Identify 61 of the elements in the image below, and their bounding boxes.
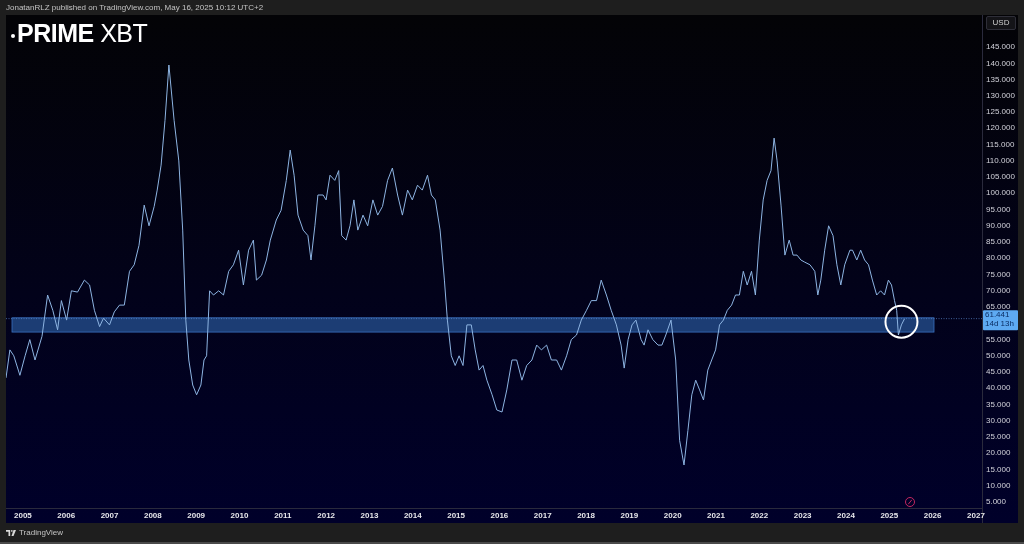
price-scale-label: 35.000 xyxy=(986,399,1011,409)
year-label: 2010 xyxy=(230,511,249,521)
year-label: 2022 xyxy=(750,511,769,521)
year-label: 2026 xyxy=(923,511,942,521)
price-scale-label: 80.000 xyxy=(986,253,1011,263)
price-scale-label: 55.000 xyxy=(986,334,1011,344)
year-label: 2009 xyxy=(187,511,206,521)
brand-name: TradingView xyxy=(19,527,64,538)
price-scale-label: 20.000 xyxy=(986,448,1011,458)
year-label: 2012 xyxy=(317,511,336,521)
price-scale-label: 95.000 xyxy=(986,204,1011,214)
year-label: 2020 xyxy=(663,511,682,521)
circle-slash-icon[interactable] xyxy=(905,497,915,507)
year-label: 2011 xyxy=(274,511,292,521)
price-scale-label: 85.000 xyxy=(986,237,1011,247)
year-label: 2021 xyxy=(707,511,725,521)
price-scale-label: 25.000 xyxy=(986,432,1011,442)
year-label: 2015 xyxy=(447,511,465,521)
price-scale-label: 5.000 xyxy=(986,497,1007,507)
price-scale-label: 65.000 xyxy=(986,302,1011,312)
year-label: 2024 xyxy=(837,511,855,521)
year-label: 2005 xyxy=(14,511,32,521)
price-scale-label: 130.000 xyxy=(986,91,1015,100)
logo-icon xyxy=(6,529,16,536)
year-label: 2017 xyxy=(533,511,552,521)
logo-dot-icon xyxy=(11,33,15,38)
price-scale-label: 105.000 xyxy=(986,172,1015,182)
price-scale-label: 140.000 xyxy=(986,58,1015,68)
price-scale-label: 75.000 xyxy=(986,269,1011,279)
year-label: 2007 xyxy=(100,511,119,521)
price-scale-label: 145.000 xyxy=(986,42,1015,52)
price-scale-label: 50.000 xyxy=(986,350,1011,360)
year-label: 2013 xyxy=(360,511,379,521)
price-scale-label: 90.000 xyxy=(986,220,1011,230)
last-price-value: 61.441 xyxy=(985,310,1010,320)
price-scale-label: 125.000 xyxy=(986,107,1015,117)
year-label: 2023 xyxy=(793,511,812,521)
price-scale-label: 100.000 xyxy=(986,188,1015,198)
year-label: 2018 xyxy=(577,511,595,521)
price-scale-label: 45.000 xyxy=(986,367,1011,377)
price-scale-label: 135.000 xyxy=(986,74,1015,84)
price-scale-label: 110.000 xyxy=(986,156,1015,165)
price-scale-label: 120.000 xyxy=(986,123,1015,133)
year-label: 2006 xyxy=(57,511,76,521)
publish-attribution: JonatanRLZ published on TradingView.com, May 16, 2025 10:12 UTC+2 xyxy=(6,2,264,13)
price-scale-label: 40.000 xyxy=(986,383,1011,393)
price-scale-label: 15.000 xyxy=(986,464,1011,474)
last-price-badge xyxy=(983,310,1018,331)
year-label: 2008 xyxy=(143,511,162,521)
year-label: 2025 xyxy=(880,511,899,521)
year-label: 2016 xyxy=(490,511,509,521)
countdown-timer: 14d 13h xyxy=(985,319,1014,329)
year-label: 2027 xyxy=(967,511,985,521)
year-label: 2019 xyxy=(620,511,639,521)
year-label: 2014 xyxy=(403,511,422,521)
price-scale-label: 115.000 xyxy=(986,139,1015,149)
price-scale-label: 30.000 xyxy=(986,415,1011,425)
price-scale-label: 10.000 xyxy=(986,480,1011,490)
currency-button[interactable]: USD xyxy=(986,16,1016,30)
brand-logo-text: PRIME XBT xyxy=(17,21,148,46)
price-scale-label: 70.000 xyxy=(986,285,1011,295)
